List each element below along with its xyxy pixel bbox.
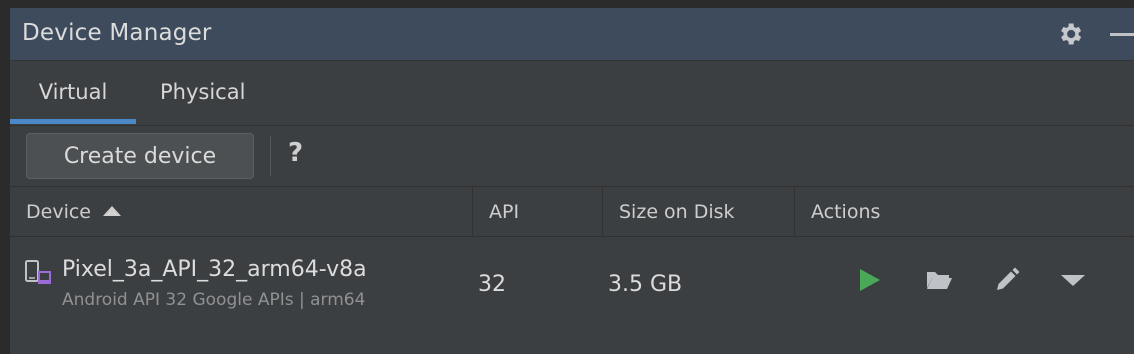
device-subtitle: Android API 32 Google APIs | arm64 — [62, 290, 366, 310]
column-header-device[interactable]: Device — [10, 187, 473, 237]
selected-tab-indicator — [10, 119, 136, 124]
help-icon[interactable]: ? — [288, 138, 303, 168]
column-header-actions: Actions — [811, 201, 881, 223]
folder-icon[interactable] — [924, 265, 954, 295]
device-api: 32 — [478, 272, 506, 297]
table-header: Device API Size on Disk Actions — [10, 186, 1134, 237]
edit-icon[interactable] — [992, 265, 1022, 295]
tab-physical[interactable]: Physical — [160, 61, 260, 125]
gear-icon[interactable] — [1056, 20, 1084, 48]
top-border — [0, 0, 1134, 8]
column-header-api[interactable]: API — [473, 187, 603, 237]
tab-virtual[interactable]: Virtual — [10, 61, 136, 125]
tab-bar: Virtual Physical — [10, 61, 1134, 126]
table-row[interactable]: Pixel_3a_API_32_arm64-v8a Android API 32… — [10, 237, 1134, 333]
left-border — [0, 0, 10, 354]
chevron-down-icon[interactable] — [1058, 265, 1088, 295]
sort-ascending-icon — [102, 206, 121, 216]
column-header-size[interactable]: Size on Disk — [603, 187, 795, 237]
phone-device-icon — [24, 259, 52, 287]
device-table: Pixel_3a_API_32_arm64-v8a Android API 32… — [10, 237, 1134, 354]
device-size: 3.5 GB — [608, 272, 683, 297]
toolbar: Create device ? — [10, 126, 1134, 186]
toolbar-separator — [270, 136, 271, 176]
panel-title: Device Manager — [22, 20, 212, 46]
run-icon[interactable] — [854, 265, 884, 295]
create-device-button[interactable]: Create device — [26, 133, 254, 179]
column-header-device-label: Device — [26, 201, 91, 223]
device-manager-window: Device Manager Virtual Physical Create d… — [0, 0, 1134, 354]
panel-header: Device Manager — [10, 8, 1134, 61]
device-name: Pixel_3a_API_32_arm64-v8a — [62, 257, 367, 282]
minimize-icon[interactable] — [1110, 33, 1134, 36]
